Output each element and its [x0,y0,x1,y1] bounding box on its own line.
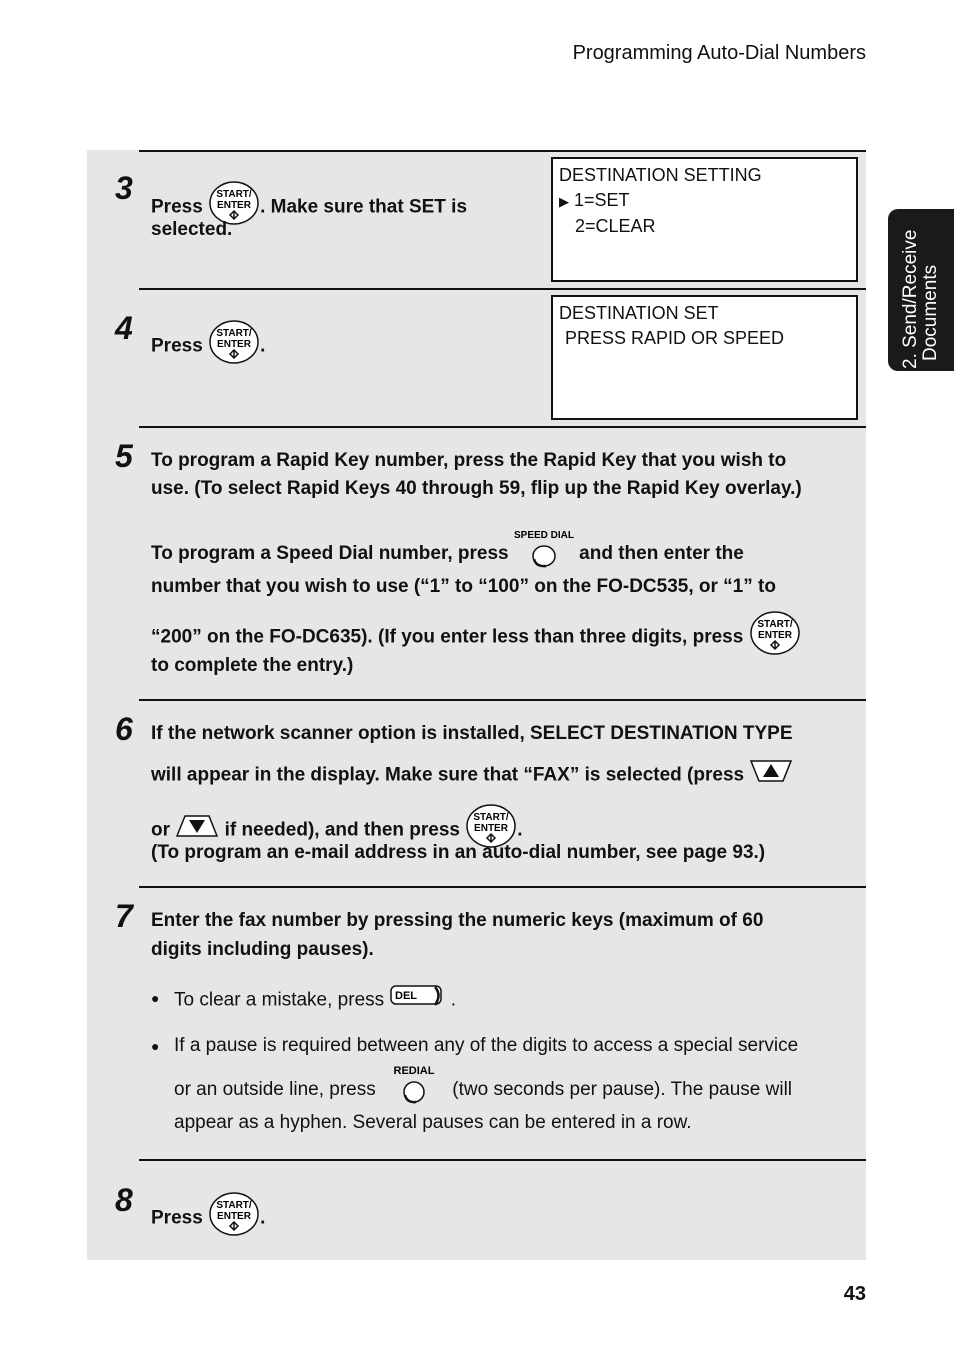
bullet-icon: ● [151,990,160,1006]
start-enter-key-icon: START/ENTER [749,610,801,665]
svg-text:SPEED DIAL: SPEED DIAL [514,530,574,541]
divider [139,288,866,290]
divider [139,1159,866,1161]
step-number: 3 [115,170,133,206]
cursor-arrow-icon: ▶ [559,194,569,209]
svg-text:ENTER: ENTER [217,339,252,350]
divider [139,150,866,152]
step-5-p2-line2: number that you wish to use (“1” to “100… [151,576,776,597]
step-7-bullet-2-line1: If a pause is required between any of th… [174,1035,799,1056]
svg-text:ENTER: ENTER [217,1211,252,1222]
svg-text:START/: START/ [216,1200,252,1211]
bullet-icon: ● [151,1038,160,1054]
svg-text:ENTER: ENTER [217,200,252,211]
up-arrow-key-icon [749,758,793,793]
step-7-bullet-2-line3: appear as a hyphen. Several pauses can b… [174,1112,692,1133]
step-6-line4: (To program an e-mail address in an auto… [151,842,766,863]
step-number: 6 [115,711,133,747]
svg-text:START/: START/ [216,189,252,200]
step-7-line2: digits including pauses). [151,939,374,960]
speed-dial-key-icon: SPEED DIAL [514,530,574,568]
step-5-p2-line1: To program a Speed Dial number, press SP… [151,530,744,568]
page-number: 43 [843,1283,866,1305]
step-number: 7 [115,898,133,934]
svg-text:DEL: DEL [395,990,417,1002]
svg-text:ENTER: ENTER [758,630,793,641]
svg-text:START/: START/ [216,328,252,339]
divider [139,699,866,701]
step-4-text: Press START/ENTER. [151,319,265,374]
lcd-display-destination-set: DESTINATION SET PRESS RAPID OR SPEED [551,295,858,420]
svg-text:START/: START/ [757,619,793,630]
step-5-p2-line4: to complete the entry.) [151,655,354,676]
step-number: 4 [115,310,133,346]
svg-text:REDIAL: REDIAL [394,1065,435,1077]
start-enter-key-icon: START/ENTER [208,319,260,374]
step-7-bullet-1: To clear a mistake, press DEL . [174,984,456,1017]
step-5-p1-line1: To program a Rapid Key number, press the… [151,450,787,471]
divider [139,886,866,888]
del-key-icon: DEL [389,984,445,1017]
step-7-line1: Enter the fax number by pressing the num… [151,910,764,931]
chapter-tab-line1: 2. Send/Receive [900,229,921,369]
chapter-tab: 2. Send/Receive Documents [888,209,954,371]
svg-text:START/: START/ [474,812,510,823]
start-enter-key-icon: START/ENTER [208,1191,260,1246]
lcd-display-destination-setting: DESTINATION SETTING ▶ 1=SET 2=CLEAR [551,157,858,282]
step-number: 5 [115,438,133,474]
redial-key-icon: REDIAL [381,1065,447,1104]
step-3-line2: selected. [151,219,233,240]
step-number: 8 [115,1182,133,1218]
svg-text:ENTER: ENTER [474,823,509,834]
step-5-p1-line2: use. (To select Rapid Keys 40 through 59… [151,478,802,499]
steps-panel: 3 Press START/ENTER. Make sure that SET … [87,150,866,1260]
divider [139,426,866,428]
step-6-line2: will appear in the display. Make sure th… [151,758,793,793]
chapter-tab-line2: Documents [920,264,941,361]
step-6-line1: If the network scanner option is install… [151,723,793,744]
step-8-text: Press START/ENTER. [151,1191,265,1246]
step-7-bullet-2-line2: or an outside line, press REDIAL (two se… [174,1065,792,1104]
running-header: Programming Auto-Dial Numbers [572,42,866,64]
